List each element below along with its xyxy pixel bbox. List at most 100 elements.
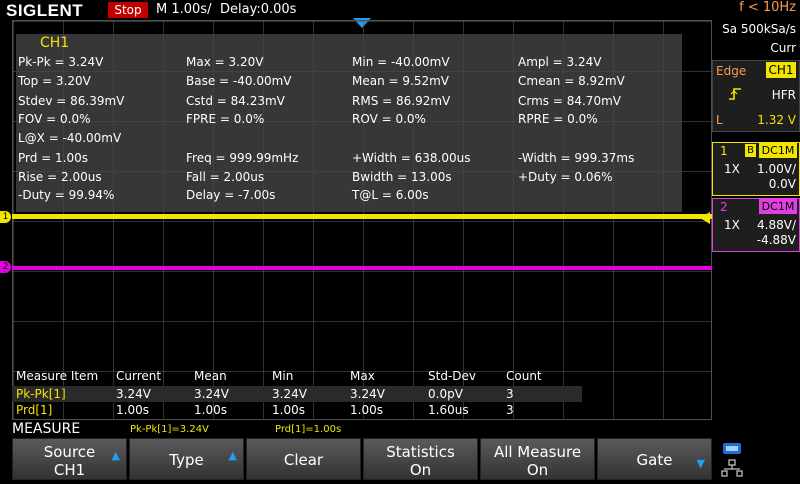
ch2-coupling-badge: DC1M <box>759 199 797 214</box>
measurement-value: Top = 3.20V <box>18 74 91 88</box>
measurement-value: +Duty = 0.06% <box>518 170 613 184</box>
menu-title: MEASURE <box>12 421 81 437</box>
softkey-value: On <box>526 461 549 479</box>
column-header: Current <box>116 369 162 383</box>
measurement-value: Ampl = 3.24V <box>518 55 602 69</box>
table-cell: Prd[1] <box>16 403 53 417</box>
measurement-value: Crms = 84.70mV <box>518 94 621 108</box>
ch1-coupling-badge: DC1M <box>759 143 797 158</box>
all-measure-softkey[interactable]: All Measure On <box>480 438 595 480</box>
measurement-value: Base = -40.00mV <box>186 74 292 88</box>
ch1-waveform-trace <box>12 214 712 219</box>
quick-readout-pk-pk: Pk-Pk[1]=3.24V <box>130 424 209 435</box>
measurement-value: ROV = 0.0% <box>352 112 426 126</box>
ch1-number: 1 <box>720 144 728 158</box>
ch2-waveform-trace <box>12 266 712 270</box>
measurement-value: Fall = 2.00us <box>186 170 265 184</box>
ch1-probe-ratio: 1X <box>724 162 740 176</box>
measurement-value: RMS = 86.92mV <box>352 94 451 108</box>
column-header: Min <box>272 369 294 383</box>
measurement-value: Cstd = 84.23mV <box>186 94 285 108</box>
trigger-source-badge: CH1 <box>766 62 796 78</box>
measurement-value: +Width = 638.00us <box>352 151 471 165</box>
ch2-probe-ratio: 1X <box>724 218 740 232</box>
table-cell: 1.00s <box>272 403 305 417</box>
ch2-vertical-offset: -4.88V <box>756 233 796 247</box>
softkey-label: Clear <box>283 451 324 469</box>
measurement-value: Prd = 1.00s <box>18 151 89 165</box>
ch2-offset-marker[interactable]: 2 <box>0 261 11 273</box>
column-header: Count <box>506 369 542 383</box>
statistics-header-row: Measure Item Current Mean Min Max Std-De… <box>12 368 582 384</box>
ch1-bandwidth-limit-badge: B <box>745 144 756 157</box>
chevron-up-icon: ▲ <box>228 449 237 462</box>
measurement-value: Cmean = 8.92mV <box>518 74 625 88</box>
measurement-value: Min = -40.00mV <box>352 55 450 69</box>
ch1-vertical-offset: 0.0V <box>768 177 796 191</box>
table-cell: 3.24V <box>350 387 385 401</box>
measurement-value: FOV = 0.0% <box>18 112 91 126</box>
softkey-label: All Measure <box>493 443 582 461</box>
quick-readout-period: Prd[1]=1.00s <box>275 424 342 435</box>
measurement-value: -Width = 999.37ms <box>518 151 635 165</box>
chevron-down-icon: ▼ <box>696 457 705 470</box>
softkey-value: On <box>409 461 432 479</box>
table-cell: 1.60us <box>428 403 469 417</box>
delay-readout[interactable]: Delay:0.00s <box>220 2 296 17</box>
measurement-value: RPRE = 0.0% <box>518 112 598 126</box>
measurement-value: -Duty = 99.94% <box>18 188 115 202</box>
table-cell: 1.00s <box>194 403 227 417</box>
chevron-up-icon: ▲ <box>111 449 120 462</box>
measurement-value: Stdev = 86.39mV <box>18 94 125 108</box>
trigger-level-marker-icon[interactable] <box>700 212 710 224</box>
measurement-value: Bwidth = 13.00s <box>352 170 452 184</box>
measurement-value: Rise = 2.00us <box>18 170 102 184</box>
ch2-vertical-scale: 4.88V/ <box>757 218 796 232</box>
measurement-value: FPRE = 0.0% <box>186 112 265 126</box>
table-cell: Pk-Pk[1] <box>16 387 66 401</box>
softkey-value: CH1 <box>53 461 86 479</box>
table-cell: 3 <box>506 387 514 401</box>
ch2-number: 2 <box>720 200 728 214</box>
table-cell: 0.0pV <box>428 387 463 401</box>
column-header: Measure Item <box>16 369 99 383</box>
run-state-badge[interactable]: Stop <box>108 2 148 18</box>
trigger-level-value: 1.32 V <box>757 113 796 127</box>
table-row: Pk-Pk[1] 3.24V 3.24V 3.24V 3.24V 0.0pV 3 <box>12 386 582 402</box>
trigger-type: Edge <box>716 64 747 78</box>
gate-softkey[interactable]: Gate ▼ <box>597 438 712 480</box>
softkey-label: Source <box>43 443 96 461</box>
softkey-label: Type <box>169 451 204 469</box>
clear-softkey[interactable]: Clear <box>246 438 361 480</box>
status-icons <box>718 440 800 480</box>
trigger-level-label: L <box>716 113 723 127</box>
table-cell: 3 <box>506 403 514 417</box>
statistics-table: Measure Item Current Mean Min Max Std-De… <box>12 368 582 420</box>
table-cell: 3.24V <box>194 387 229 401</box>
softkey-label: Gate <box>636 451 673 469</box>
sample-rate: Sa 500kSa/s <box>722 22 796 36</box>
ch1-vertical-scale: 1.00V/ <box>757 162 796 176</box>
column-header: Mean <box>194 369 227 383</box>
statistics-softkey[interactable]: Statistics On <box>363 438 478 480</box>
usb-network-icon <box>721 443 743 477</box>
column-header: Std-Dev <box>428 369 476 383</box>
measurement-panel-title: CH1 <box>40 35 70 51</box>
table-cell: 3.24V <box>272 387 307 401</box>
softkey-label: Statistics <box>386 443 455 461</box>
brand-logo: SIGLENT <box>6 1 84 20</box>
type-softkey[interactable]: Type ▲ <box>129 438 244 480</box>
table-cell: 1.00s <box>350 403 383 417</box>
table-cell: 3.24V <box>116 387 151 401</box>
measurement-value: Mean = 9.52mV <box>352 74 449 88</box>
rising-edge-icon <box>728 88 742 104</box>
table-row: Prd[1] 1.00s 1.00s 1.00s 1.00s 1.60us 3 <box>12 402 582 418</box>
source-softkey[interactable]: Source CH1 ▲ <box>12 438 127 480</box>
measurement-value: Pk-Pk = 3.24V <box>18 55 104 69</box>
measurement-value: Freq = 999.99mHz <box>186 151 299 165</box>
measurement-value: Max = 3.20V <box>186 55 264 69</box>
measurement-value: T@L = 6.00s <box>352 188 429 202</box>
ch1-offset-marker[interactable]: 1 <box>0 211 11 223</box>
timebase-readout[interactable]: M 1.00s/ <box>156 2 211 17</box>
measurement-value: Delay = -7.00s <box>186 188 276 202</box>
